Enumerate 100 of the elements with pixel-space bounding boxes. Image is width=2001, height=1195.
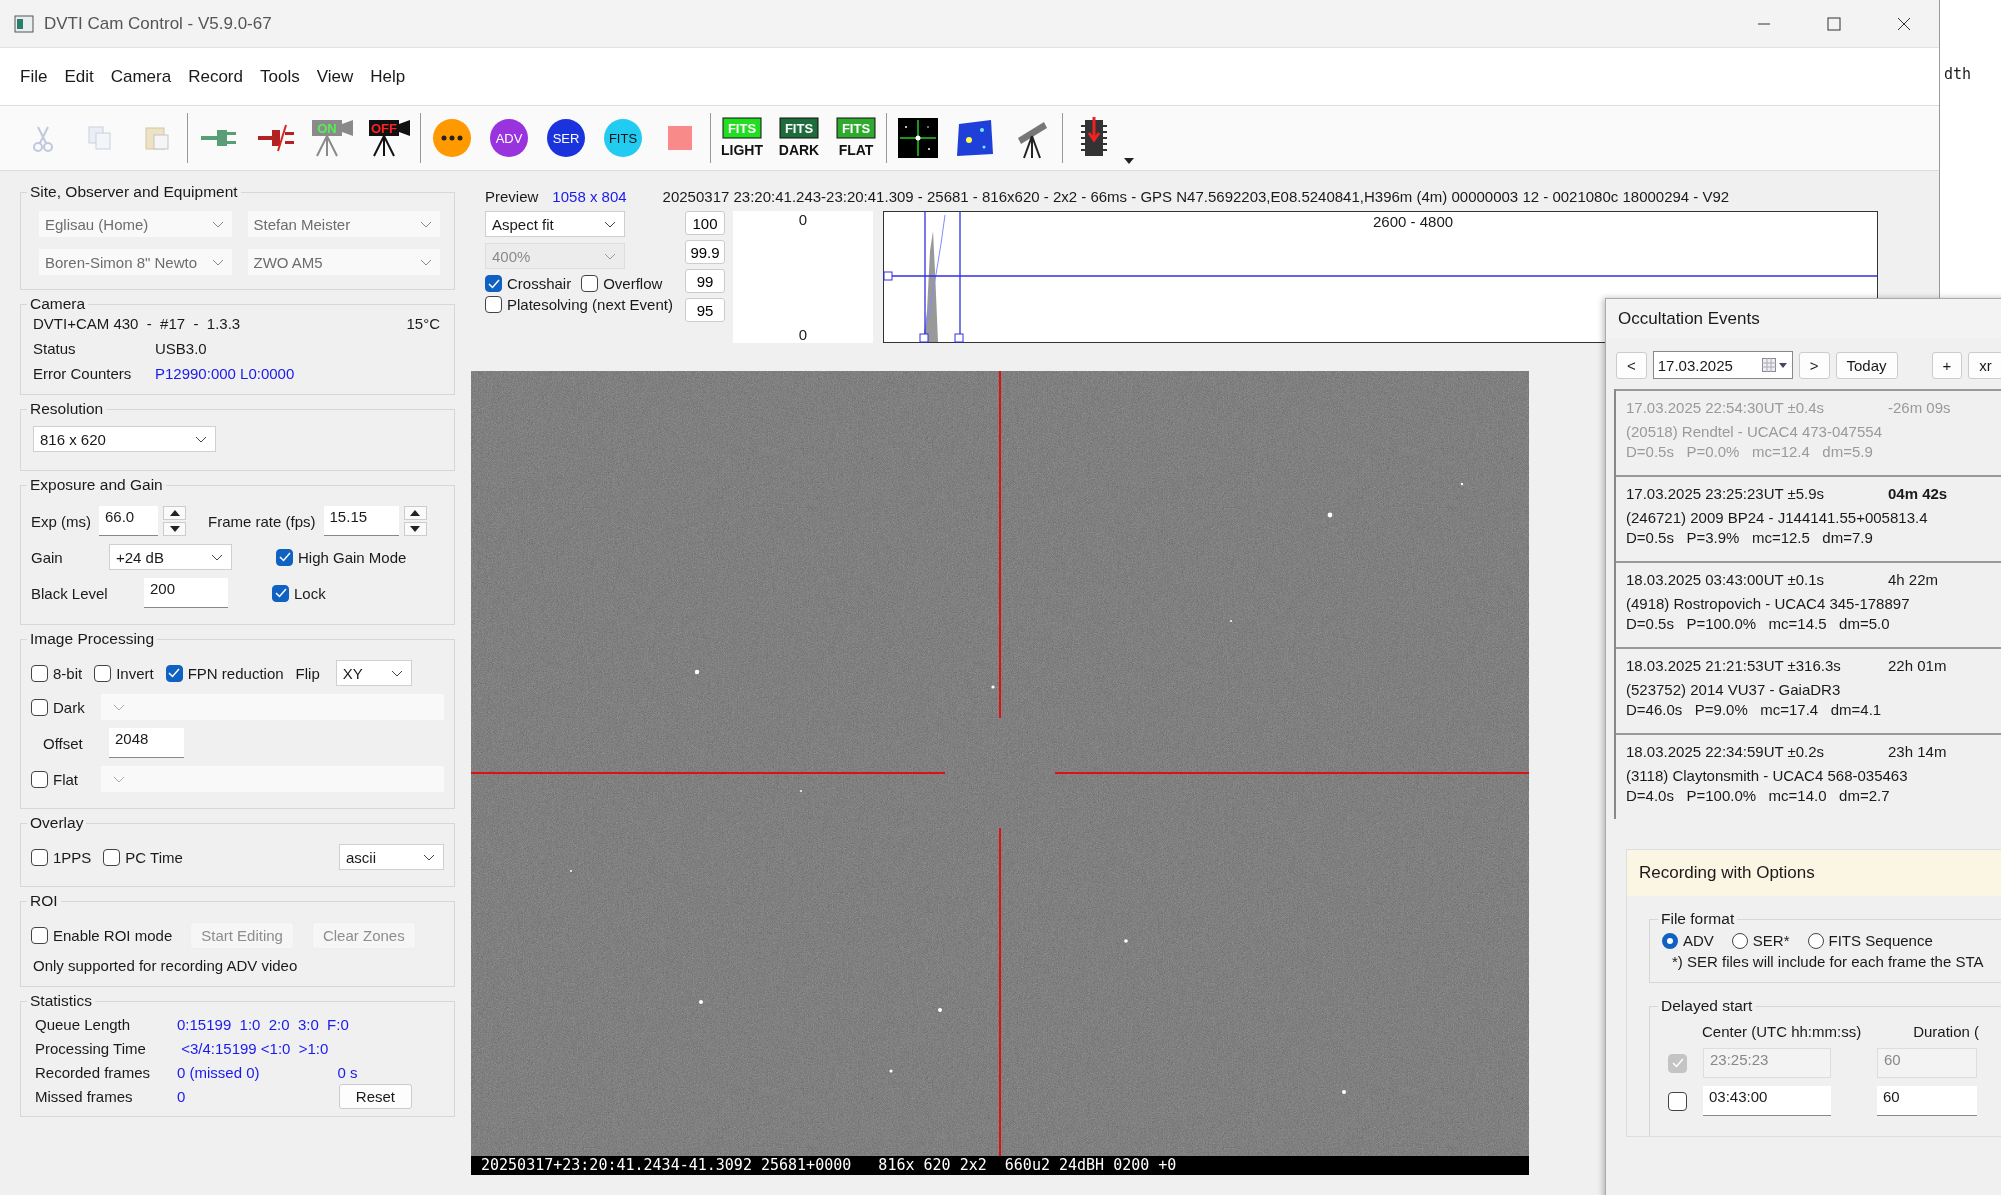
add-button[interactable]: + xyxy=(1931,351,1963,379)
date-field[interactable]: 17.03.2025 xyxy=(1652,351,1793,379)
panel-title: Occultation Events xyxy=(1606,299,2001,339)
event-details: D=0.5s P=0.0% mc=12.4 dm=5.9 xyxy=(1626,443,1874,460)
radio-button[interactable]: SER* xyxy=(1731,932,1790,949)
checkbox[interactable]: Flat xyxy=(31,770,101,788)
disc-button[interactable]: ADV xyxy=(480,111,537,165)
unplug-icon xyxy=(255,123,296,153)
fits-button[interactable]: FITS LIGHT xyxy=(713,111,770,165)
fits-button[interactable]: FITS FLAT xyxy=(827,111,884,165)
checkbox[interactable]: Invert xyxy=(94,664,154,682)
caret-icon xyxy=(423,853,435,861)
dropdown[interactable]: 816 x 620 xyxy=(33,426,216,452)
fit-dropdown[interactable]: Aspect fit xyxy=(485,211,625,237)
dropdown[interactable]: XY xyxy=(335,660,412,686)
spin-down-button[interactable] xyxy=(403,522,427,536)
handle[interactable] xyxy=(883,271,893,281)
level-button[interactable]: 100 xyxy=(685,211,725,235)
check-icon xyxy=(487,278,500,289)
field-label: Gain xyxy=(31,548,64,566)
event-object: (20518) Rendtel - UCAC4 473-047554 xyxy=(1626,423,1883,440)
menu-item[interactable]: File xyxy=(20,66,48,87)
dropdown[interactable]: ascii xyxy=(339,844,444,870)
checkbox[interactable]: Platesolving (next Event) xyxy=(485,296,673,313)
level-button[interactable]: 99.9 xyxy=(685,240,725,264)
checkbox[interactable]: 1PPS xyxy=(31,848,92,866)
field-value: USB3.0 xyxy=(155,340,207,357)
event-item[interactable]: 17.03.2025 23:25:23UT ±5.9s 04m 42s (246721) 2009 BP24 - J144141.55+005813.4 D=0.5s P=3.9% mc=12.5 dm=7.9 xyxy=(1616,475,2001,561)
camera-temperature: 15°C xyxy=(406,315,440,332)
checkbox[interactable]: Crosshair xyxy=(485,275,572,292)
checkbox[interactable]: PC Time xyxy=(103,848,183,866)
event-item[interactable]: 18.03.2025 03:43:00UT ±0.1s 4h 22m (4918) Rostropovich - UCAC4 345-178897 D=0.5s P=100.0% mc=14.5 dm=5.0 xyxy=(1616,561,2001,647)
column-header: Duration ( xyxy=(1913,1023,1980,1040)
panel-title: Recording with Options xyxy=(1627,850,2001,896)
field-label: Status xyxy=(33,340,77,357)
menu-item[interactable]: Camera xyxy=(110,66,172,87)
checkbox[interactable]: 8-bit xyxy=(31,664,83,682)
level-field[interactable]: 200 xyxy=(144,578,228,608)
next-button[interactable]: > xyxy=(1798,351,1830,379)
caret-icon xyxy=(113,775,125,783)
caret-icon xyxy=(211,258,224,266)
camera-button[interactable]: OFF xyxy=(361,111,418,165)
event-item[interactable]: 18.03.2025 21:21:53UT ±316.3s 22h 01m (523752) 2014 VU37 - GaiaDR3 D=46.0s P=9.0% mc=17.4 dm=4.1 xyxy=(1616,647,2001,733)
disc-button[interactable]: FITS xyxy=(594,111,651,165)
menu-item[interactable]: Record xyxy=(188,66,243,87)
spin-down-button[interactable] xyxy=(163,522,186,536)
section-title: Image Processing xyxy=(29,630,156,648)
offset-field[interactable]: 2048 xyxy=(109,728,184,758)
duration-field[interactable]: 60 xyxy=(1877,1086,1977,1116)
check-icon xyxy=(278,552,291,562)
checkbox[interactable]: Dark xyxy=(31,698,101,716)
reset-button[interactable]: Reset xyxy=(338,1083,412,1109)
spin-up-button[interactable] xyxy=(163,506,186,520)
statistic-label: Missed frames xyxy=(35,1087,134,1105)
checkbox[interactable]: Lock xyxy=(272,584,326,602)
menu-item[interactable]: Help xyxy=(370,66,406,87)
checkbox[interactable]: High Gain Mode xyxy=(276,548,407,566)
roi-note: Only supported for recording ADV video xyxy=(33,957,299,974)
event-countdown: 04m 42s xyxy=(1888,485,1948,502)
caret-icon xyxy=(604,220,616,228)
today-button[interactable]: Today xyxy=(1835,351,1898,379)
section-title: Camera xyxy=(29,295,87,313)
section-title: Overlay xyxy=(29,814,85,832)
handle[interactable] xyxy=(954,333,964,343)
maximize-icon[interactable] xyxy=(1827,16,1841,31)
close-icon[interactable] xyxy=(1897,16,1911,31)
event-time: 17.03.2025 22:54:30UT ±0.4s xyxy=(1626,399,1825,416)
field-label: Black Level xyxy=(31,584,109,602)
caret-icon[interactable] xyxy=(1124,158,1134,164)
radio-button[interactable]: ADV xyxy=(1662,932,1714,949)
checkbox[interactable]: Overflow xyxy=(581,275,663,292)
disc-button[interactable]: SER xyxy=(537,111,594,165)
check-icon xyxy=(1671,1058,1684,1068)
menu-item[interactable]: View xyxy=(316,66,354,87)
previous-button[interactable]: < xyxy=(1616,351,1647,379)
fits-button[interactable]: FITS DARK xyxy=(770,111,827,165)
menu-item[interactable]: Edit xyxy=(64,66,94,87)
level-button[interactable]: 95 xyxy=(685,298,725,322)
section-title: Site, Observer and Equipment xyxy=(29,183,239,201)
checkbox[interactable]: FPN reduction xyxy=(165,664,284,682)
statistic-value: 0 s xyxy=(337,1063,358,1081)
dropdown[interactable]: +24 dB xyxy=(109,544,232,570)
event-item[interactable]: 18.03.2025 22:34:59UT ±0.2s 23h 14m (3118) Claytonsmith - UCAC4 568-035463 D=4.0s P=100.0% mc=14.0 dm=2.7 xyxy=(1616,733,2001,819)
event-details: D=4.0s P=100.0% mc=14.0 dm=2.7 xyxy=(1626,787,1891,804)
radio-button[interactable]: FITS Sequence xyxy=(1807,932,1933,949)
section-title: File format xyxy=(1660,910,1736,928)
spin-up-button[interactable] xyxy=(403,506,427,520)
center-time-field[interactable]: 03:43:00 xyxy=(1703,1086,1831,1116)
toolbar-button[interactable]: xr xyxy=(1968,351,2001,379)
handle[interactable] xyxy=(919,333,929,343)
star-map-icon xyxy=(954,118,995,158)
frame-rate-field[interactable]: 15.15 xyxy=(323,506,399,536)
event-time: 18.03.2025 03:43:00UT ±0.1s xyxy=(1626,571,1825,588)
menu-item[interactable]: Tools xyxy=(260,66,300,87)
exposure-field[interactable]: 66.0 xyxy=(99,506,158,536)
checkbox[interactable]: Enable ROI mode xyxy=(31,927,173,944)
statistic-label: Recorded frames xyxy=(35,1063,152,1081)
level-button[interactable]: 99 xyxy=(685,269,725,293)
checkbox[interactable] xyxy=(1668,1091,1687,1111)
triangle-up-icon xyxy=(410,510,421,516)
